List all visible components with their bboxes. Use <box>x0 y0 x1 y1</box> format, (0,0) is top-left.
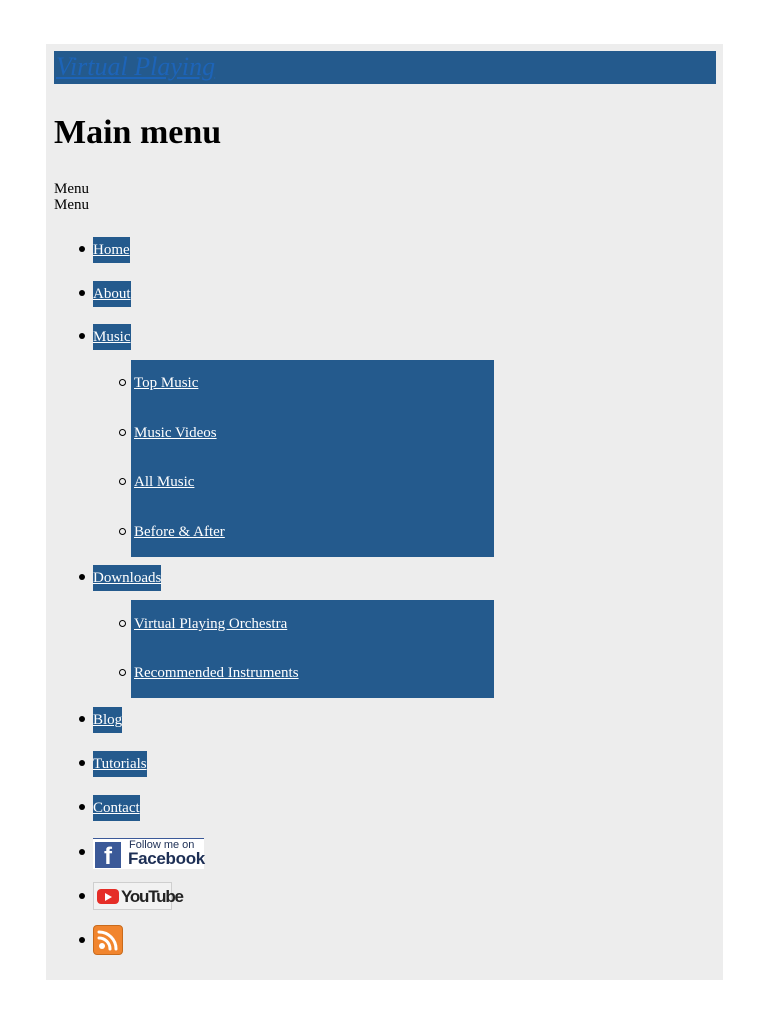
submenu-downloads: Virtual Playing Orchestra Recommended In… <box>119 600 494 698</box>
site-header: Virtual Playing <box>54 51 716 84</box>
nav-link-home[interactable]: Home <box>93 237 130 263</box>
nav-link-blog[interactable]: Blog <box>93 707 123 733</box>
sub-bullet <box>119 620 126 627</box>
site-title-link[interactable]: Virtual Playing <box>56 53 215 81</box>
sub-bullet <box>119 429 126 436</box>
bullet <box>79 333 85 339</box>
sub-bullet <box>119 528 126 535</box>
menu-toggle[interactable]: Menu <box>54 181 89 197</box>
submenu-link-before-after[interactable]: Before & After <box>134 522 225 542</box>
youtube-brand-text: YouTube <box>121 887 184 906</box>
facebook-follow-button[interactable]: f Follow me on Facebook <box>93 838 205 870</box>
nav-link-music[interactable]: Music <box>93 324 131 350</box>
bullet <box>79 290 85 296</box>
bullet <box>79 849 85 855</box>
page-title: Main menu <box>54 114 222 151</box>
bullet <box>79 937 85 943</box>
facebook-brand-text: Facebook <box>128 849 205 868</box>
menu-toggle-secondary[interactable]: Menu <box>54 197 89 213</box>
bullet <box>79 893 85 899</box>
page-container: Virtual Playing Main menu Menu Menu Home… <box>46 44 723 980</box>
submenu-link-all-music[interactable]: All Music <box>134 472 194 492</box>
submenu-music: Top Music Music Videos All Music Before … <box>119 360 494 557</box>
youtube-play-icon <box>97 889 119 904</box>
submenu-link-music-videos[interactable]: Music Videos <box>134 423 217 443</box>
sub-bullet <box>119 478 126 485</box>
bullet <box>79 760 85 766</box>
submenu-link-recommended-instruments[interactable]: Recommended Instruments <box>134 663 299 683</box>
bullet <box>79 716 85 722</box>
submenu-link-virtual-playing-orchestra[interactable]: Virtual Playing Orchestra <box>134 614 287 634</box>
facebook-icon: f <box>95 842 121 870</box>
youtube-button[interactable]: YouTube <box>93 882 184 910</box>
sub-bullet <box>119 379 126 386</box>
nav-link-contact[interactable]: Contact <box>93 795 140 821</box>
nav-link-about[interactable]: About <box>93 281 131 307</box>
sub-bullet <box>119 669 126 676</box>
submenu-link-top-music[interactable]: Top Music <box>134 373 198 393</box>
bullet <box>79 804 85 810</box>
rss-icon <box>97 930 118 951</box>
nav-link-downloads[interactable]: Downloads <box>93 565 162 591</box>
nav-link-tutorials[interactable]: Tutorials <box>93 751 147 777</box>
bullet <box>79 574 85 580</box>
bullet <box>79 246 85 252</box>
rss-button[interactable] <box>93 925 123 955</box>
